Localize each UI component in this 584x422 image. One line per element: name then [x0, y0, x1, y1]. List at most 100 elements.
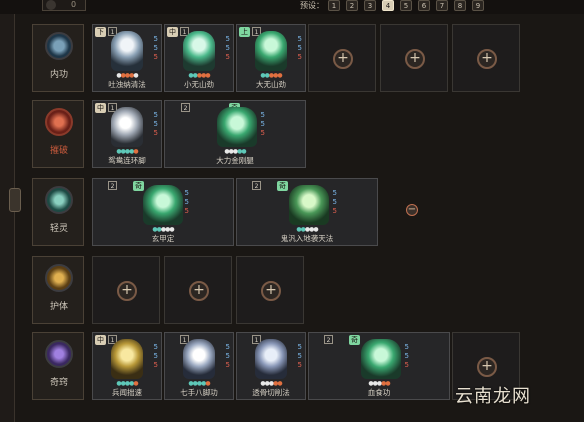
upgrade-dots: ●●●●● — [224, 148, 246, 155]
category-neigong[interactable]: 内功 — [32, 24, 84, 92]
grade-badge: 奇 — [277, 181, 288, 191]
remove-skill-button[interactable]: − — [406, 204, 418, 216]
empty-skill-slot[interactable]: + — [308, 24, 376, 92]
category-qiqiao[interactable]: 奇窍 — [32, 332, 84, 400]
add-skill-button[interactable]: + — [477, 357, 497, 377]
category-label: 内功 — [49, 70, 68, 80]
grade-badge: 中 — [167, 27, 178, 37]
skill-card[interactable]: 2 奇 555 ●●●●● 鬼汎入地袭天法 — [236, 178, 378, 246]
level-indicator: 2 — [181, 103, 190, 112]
figure-icon — [111, 107, 143, 147]
level-indicator: 2 — [252, 181, 261, 190]
preset-label: 预设： — [300, 1, 324, 10]
upgrade-dots: ●●●●● — [116, 148, 138, 155]
skill-name: 七手八脚功 — [180, 388, 218, 397]
stats: 555 — [153, 35, 158, 61]
figure-icon — [289, 185, 329, 225]
skill-card[interactable]: 中 1 555 ●●●●● 鸳鸯连环脚 — [92, 100, 162, 168]
category-qingling[interactable]: 轻灵 — [32, 178, 84, 246]
add-skill-button[interactable]: + — [333, 49, 353, 69]
add-skill-button[interactable]: + — [117, 281, 137, 301]
skill-name: 兵闻拙速 — [112, 388, 142, 397]
empty-skill-slot[interactable]: + — [452, 24, 520, 92]
figure-icon — [255, 31, 287, 71]
stats: 555 — [260, 111, 265, 137]
stats: 555 — [153, 343, 158, 369]
left-edge-panel — [0, 14, 15, 422]
category-label: 护体 — [49, 302, 68, 312]
preset-button-8[interactable]: 8 — [454, 0, 466, 11]
preset-button-1[interactable]: 1 — [328, 0, 340, 11]
skill-name: 血食功 — [367, 388, 391, 397]
add-skill-button[interactable]: + — [477, 49, 497, 69]
skill-card[interactable]: 中 1 555 ●●●●● 兵闻拙速 — [92, 332, 162, 400]
add-skill-button[interactable]: + — [261, 281, 281, 301]
stats: 555 — [297, 343, 302, 369]
category-label: 轻灵 — [49, 224, 68, 234]
upgrade-dots: ●●●●● — [368, 380, 390, 387]
row-qingling: 轻灵 2 奇 555 ●●●●● 玄甲定 2 奇 555 ●●●●● 鬼汎入地袭… — [28, 176, 584, 248]
preset-button-2[interactable]: 2 — [346, 0, 358, 11]
qiqiao-icon — [45, 340, 73, 368]
upgrade-dots: ●●●●● — [260, 72, 282, 79]
currency-count: 0 — [71, 0, 77, 9]
preset-button-7[interactable]: 7 — [436, 0, 448, 11]
skill-name: 吐浊纳清法 — [108, 80, 146, 89]
skill-card[interactable]: 1 555 ●●●●● 七手八脚功 — [164, 332, 234, 400]
row-cuipo: 摧破 中 1 555 ●●●●● 鸳鸯连环脚 2 奇 555 ●●●●● 大力金… — [28, 98, 584, 170]
row-neigong: 内功 下 1 555 ●●●●● 吐浊纳清法 中 1 555 ●●●●● 小无山… — [28, 22, 584, 94]
add-skill-button[interactable]: + — [405, 49, 425, 69]
preset-button-4[interactable]: 4 — [382, 0, 394, 11]
row-huti: 护体 + + + — [28, 254, 584, 326]
upgrade-dots: ●●●●● — [188, 380, 210, 387]
skill-name: 大力金刚腿 — [216, 156, 254, 165]
skill-card[interactable]: 中 1 555 ●●●●● 小无山劲 — [164, 24, 234, 92]
stats: 555 — [184, 189, 189, 215]
empty-skill-slot[interactable]: + — [92, 256, 160, 324]
figure-icon — [361, 339, 401, 379]
skill-card[interactable]: 上 1 555 ●●●●● 大无山劲 — [236, 24, 306, 92]
preset-button-6[interactable]: 6 — [418, 0, 430, 11]
stats: 555 — [332, 189, 337, 215]
add-skill-button[interactable]: + — [189, 281, 209, 301]
grade-badge: 奇 — [349, 335, 360, 345]
category-huti[interactable]: 护体 — [32, 256, 84, 324]
stats: 555 — [297, 35, 302, 61]
skill-name: 小无山劲 — [184, 80, 214, 89]
skill-card[interactable]: 下 1 555 ●●●●● 吐浊纳清法 — [92, 24, 162, 92]
skill-name: 玄甲定 — [151, 234, 175, 243]
empty-skill-slot[interactable]: + — [380, 24, 448, 92]
figure-icon — [143, 185, 183, 225]
upgrade-dots: ●●●●● — [152, 226, 174, 233]
skill-name: 大无山劲 — [256, 80, 286, 89]
panel-handle[interactable] — [9, 188, 21, 212]
skill-card[interactable]: 2 奇 555 ●●●●● 玄甲定 — [92, 178, 234, 246]
category-cuipo[interactable]: 摧破 — [32, 100, 84, 168]
empty-skill-slot[interactable]: + — [236, 256, 304, 324]
preset-button-9[interactable]: 9 — [472, 0, 484, 11]
cuipo-icon — [45, 108, 73, 136]
figure-icon — [111, 31, 143, 71]
huti-icon — [45, 264, 73, 292]
level-indicator: 2 — [324, 335, 333, 344]
preset-button-3[interactable]: 3 — [364, 0, 376, 11]
skill-card[interactable]: 1 555 ●●●●● 透骨切削法 — [236, 332, 306, 400]
upgrade-dots: ●●●●● — [260, 380, 282, 387]
watermark: 云南龙网 — [455, 386, 531, 407]
preset-button-5[interactable]: 5 — [400, 0, 412, 11]
skill-card[interactable]: 2 奇 555 ●●●●● 大力金刚腿 — [164, 100, 306, 168]
neigong-icon — [45, 32, 73, 60]
currency-display: 0 — [42, 0, 86, 11]
grade-badge: 下 — [95, 27, 106, 37]
skill-card[interactable]: 2 奇 555 ●●●●● 血食功 — [308, 332, 450, 400]
level-indicator: 2 — [108, 181, 117, 190]
stats: 555 — [153, 111, 158, 137]
stats: 555 — [225, 35, 230, 61]
empty-skill-slot[interactable]: + — [164, 256, 232, 324]
stats: 555 — [225, 343, 230, 369]
upgrade-dots: ●●●●● — [188, 72, 210, 79]
upgrade-dots: ●●●●● — [116, 72, 138, 79]
qingling-icon — [45, 186, 73, 214]
skill-name: 鬼汎入地袭天法 — [280, 234, 334, 243]
upgrade-dots: ●●●●● — [296, 226, 318, 233]
